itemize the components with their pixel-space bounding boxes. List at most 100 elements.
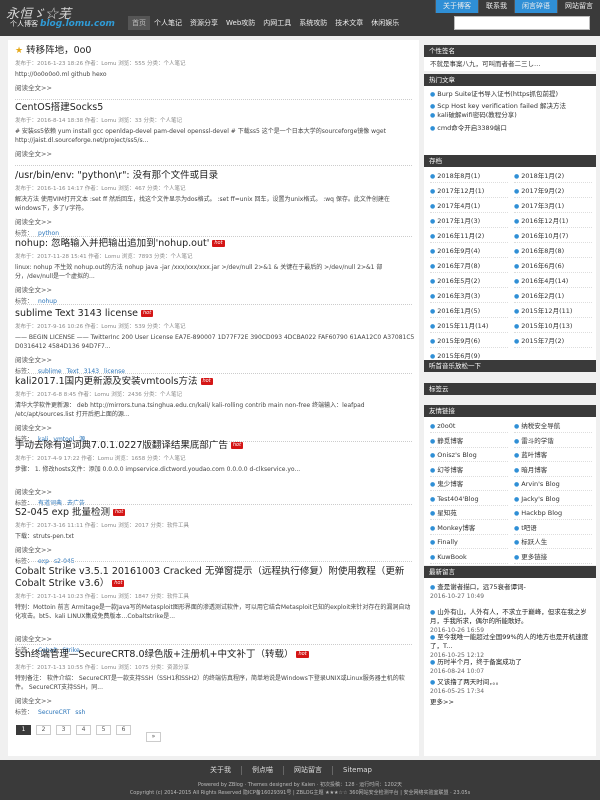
- recent-comment[interactable]: ● 历时半个月，终于备案成功了 2016-08-24 10:07: [430, 658, 590, 676]
- footer-nav-link[interactable]: 关于我: [200, 766, 241, 775]
- friend-link[interactable]: ● 蓝叶博客: [514, 449, 592, 462]
- search-input[interactable]: [454, 16, 590, 30]
- archive-item[interactable]: ● 2016年10月(7): [514, 230, 592, 243]
- top-nav-item[interactable]: 网站留言: [557, 0, 600, 13]
- archive-item[interactable]: ● 2016年4月(14): [514, 275, 592, 288]
- main-nav-item[interactable]: 资源分享: [186, 16, 222, 30]
- post-title[interactable]: kali2017.1国内更新源及安装vmtools方法 hot: [15, 376, 415, 388]
- archive-item[interactable]: ● 2016年11月(2): [430, 230, 508, 243]
- friend-link[interactable]: ● Test404'Blog: [430, 493, 508, 506]
- friend-link[interactable]: ● 静觅博客: [430, 435, 508, 448]
- archive-item[interactable]: ● 2017年9月(2): [514, 185, 592, 198]
- archive-item[interactable]: ● 2016年1月(5): [430, 305, 508, 318]
- archive-item[interactable]: ● 2017年12月(1): [430, 185, 508, 198]
- friend-link[interactable]: ● 幻苓博客: [430, 464, 508, 477]
- pagination-page[interactable]: 4: [76, 725, 91, 735]
- main-nav-item[interactable]: 个人笔记: [150, 16, 186, 30]
- read-more-link[interactable]: 阅读全文>>: [15, 695, 415, 705]
- archive-item[interactable]: ● 2017年4月(1): [430, 200, 508, 213]
- friend-link[interactable]: ● Monkey博客: [430, 522, 508, 535]
- hot-post-link[interactable]: ● Scp Host key verification failed 解决方法: [430, 102, 590, 111]
- post-title[interactable]: nohup: 忽略输入并把输出追加到'nohup.out' hot: [15, 238, 415, 250]
- recent-comments-more-link[interactable]: 更多>>: [430, 698, 590, 707]
- archive-item[interactable]: ● 2016年3月(3): [430, 290, 508, 303]
- friend-link[interactable]: ● 雷斗的学谐: [514, 435, 592, 448]
- read-more-link[interactable]: 阅读全文>>: [15, 544, 415, 554]
- archive-item[interactable]: ● 2016年6月(6): [514, 260, 592, 273]
- recent-comment[interactable]: ● 又该撸了两天时间，。。 2016-05-25 17:34: [430, 678, 590, 696]
- friend-link[interactable]: ● t吧语: [514, 522, 592, 535]
- archive-item[interactable]: ● 2018年1月(2): [514, 170, 592, 183]
- friend-link[interactable]: ● 纳税安全导航: [514, 420, 592, 433]
- read-more-link[interactable]: 阅读全文>>: [15, 354, 415, 364]
- top-nav-item[interactable]: 联系我: [478, 0, 514, 13]
- friend-link[interactable]: ● 暗月博客: [514, 464, 592, 477]
- read-more-link[interactable]: 阅读全文>>: [15, 284, 415, 294]
- main-nav-item[interactable]: 休闲娱乐: [367, 16, 403, 30]
- main-nav-item[interactable]: 内网工具: [259, 16, 295, 30]
- site-logo[interactable]: 永恒ゞ☆芜 个人博客 blog.lomu.com: [6, 3, 115, 33]
- read-more-link[interactable]: 阅读全文>>: [15, 148, 415, 158]
- read-more-link[interactable]: 阅读全文>>: [15, 216, 415, 226]
- main-nav-item[interactable]: 技术文章: [331, 16, 367, 30]
- friend-link[interactable]: ● Onisz's Blog: [430, 449, 508, 462]
- post-title[interactable]: ★ 转移阵地，0o0: [15, 45, 415, 57]
- archive-item[interactable]: ● 2016年8月(8): [514, 245, 592, 258]
- footer-nav-link[interactable]: 例点喵: [241, 766, 283, 775]
- pagination-page[interactable]: 6: [116, 725, 131, 735]
- main-nav-item[interactable]: 首页: [128, 16, 150, 30]
- archive-item[interactable]: ● 2017年1月(3): [430, 215, 508, 228]
- friend-link[interactable]: ● 更多链接: [514, 551, 592, 564]
- hot-post-link[interactable]: ● cmd命令开启3389端口: [430, 124, 590, 133]
- friend-link[interactable]: ● z0o0t: [430, 420, 508, 433]
- hot-post-link[interactable]: ● kali破解wifi密码(教程分享): [430, 111, 590, 120]
- post-title[interactable]: ssh终端管理—SecureCRT8.0绿色版+注册机+中文补丁（转载） hot: [15, 649, 415, 661]
- read-more-link[interactable]: 阅读全文>>: [15, 82, 415, 92]
- archive-item[interactable]: ● 2015年10月(13): [514, 320, 592, 333]
- recent-comment[interactable]: ● 查是谢者描口，远75衰者谭词- 2016-10-27 10:49: [430, 583, 590, 601]
- post-title[interactable]: 手动去除有道词典7.0.1.0227版翻译结果底部广告 hot: [15, 440, 415, 452]
- tag-link[interactable]: SecureCRT: [38, 709, 70, 716]
- pagination-page[interactable]: 2: [36, 725, 51, 735]
- pagination-next[interactable]: »: [146, 732, 161, 742]
- recent-comment[interactable]: ● 至今我唯一能超过全国99%的人的地方也是开机速度了，T... 2016-10-2…: [430, 633, 590, 660]
- read-more-link[interactable]: 阅读全文>>: [15, 486, 415, 496]
- friend-link[interactable]: ● KuwBook: [430, 551, 508, 564]
- archive-item[interactable]: ● 2016年7月(8): [430, 260, 508, 273]
- main-nav-item[interactable]: 系统攻防: [295, 16, 331, 30]
- archive-item[interactable]: ● 2015年7月(2): [514, 335, 592, 348]
- archive-item[interactable]: ● 2018年8月(1): [430, 170, 508, 183]
- friend-link[interactable]: ● 星知苑: [430, 507, 508, 520]
- archive-item[interactable]: ● 2016年9月(4): [430, 245, 508, 258]
- footer-nav-link[interactable]: Sitemap: [332, 766, 382, 775]
- archive-item[interactable]: ● 2016年5月(2): [430, 275, 508, 288]
- hot-post-link[interactable]: ● Burp Suite证书导入证书(https抓包前提): [430, 90, 590, 99]
- archive-item[interactable]: ● 2016年2月(1): [514, 290, 592, 303]
- pagination-page[interactable]: 1: [16, 725, 31, 735]
- post-title[interactable]: S2-045 exp 批量检测 hot: [15, 507, 415, 519]
- top-nav-item[interactable]: 闲言碎语: [514, 0, 557, 13]
- tag-link[interactable]: ssh: [75, 709, 85, 716]
- pagination-page[interactable]: 3: [56, 725, 71, 735]
- friend-link[interactable]: ● 标跃人生: [514, 536, 592, 549]
- post-title[interactable]: CentOS搭建Socks5: [15, 102, 415, 114]
- pagination-page[interactable]: 5: [96, 725, 111, 735]
- archive-item[interactable]: ● 2015年11月(14): [430, 320, 508, 333]
- top-nav-item[interactable]: 关于博客: [435, 0, 478, 13]
- archive-item[interactable]: ● 2016年12月(1): [514, 215, 592, 228]
- post-title[interactable]: /usr/bin/env: "python\r": 没有那个文件或目录: [15, 170, 415, 182]
- friend-link[interactable]: ● Finally: [430, 536, 508, 549]
- archive-item[interactable]: ● 2017年3月(1): [514, 200, 592, 213]
- friend-link[interactable]: ● 鬼少博客: [430, 478, 508, 491]
- friend-link[interactable]: ● Hackbp Blog: [514, 507, 592, 520]
- main-nav-item[interactable]: Web攻防: [222, 16, 259, 30]
- read-more-link[interactable]: 阅读全文>>: [15, 422, 415, 432]
- archive-item[interactable]: ● 2015年9月(6): [430, 335, 508, 348]
- post-title[interactable]: sublime Text 3143 license hot: [15, 308, 415, 320]
- archive-item[interactable]: ● 2015年12月(11): [514, 305, 592, 318]
- recent-comment[interactable]: ● 山外有山，人外有人，不求立于巅峰，但求在我之岁月，手我所求，偶尔的所能歌好。 2…: [430, 608, 590, 635]
- read-more-link[interactable]: 阅读全文>>: [15, 633, 415, 643]
- friend-link[interactable]: ● Arvin's Blog: [514, 478, 592, 491]
- footer-nav-link[interactable]: 网站留言: [283, 766, 332, 775]
- friend-link[interactable]: ● Jacky's Blog: [514, 493, 592, 506]
